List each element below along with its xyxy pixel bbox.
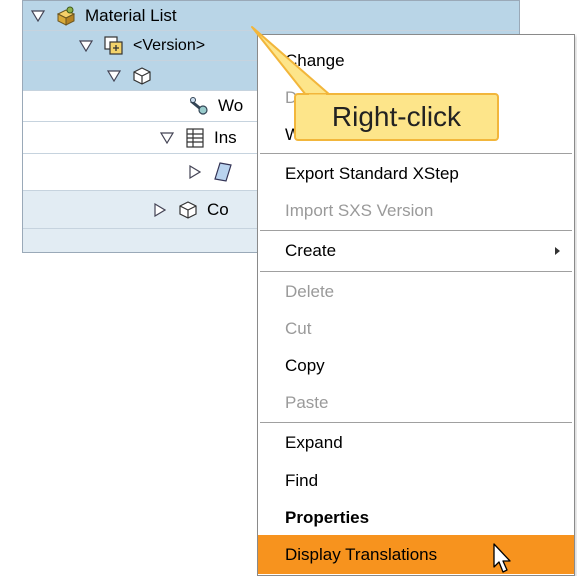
menu-item-label: Delete <box>285 281 335 301</box>
menu-item-import-sxs-version: Import SXS Version <box>258 192 574 229</box>
menu-item-export-standard-xstep[interactable]: Export Standard XStep <box>258 155 574 192</box>
menu-item-label: Find <box>285 470 319 490</box>
collapse-triangle-icon[interactable] <box>79 39 93 53</box>
work-center-icon <box>188 95 210 117</box>
mouse-pointer-icon <box>493 543 511 573</box>
menu-item-find[interactable]: Find <box>258 462 574 499</box>
menu-separator <box>260 271 572 272</box>
menu-item-change[interactable]: Change <box>258 42 574 79</box>
tree-row-label: Wo <box>218 96 244 115</box>
menu-item-label: Create <box>285 240 337 260</box>
menu-item-label: Copy <box>285 355 325 375</box>
menu-item-display-translations[interactable]: Display Translations <box>258 535 574 574</box>
tree-row-label: Material List <box>85 5 177 25</box>
menu-item-label: Paste <box>285 392 329 412</box>
version-icon <box>103 35 125 57</box>
material-list-icon <box>55 5 77 27</box>
menu-item-label: Change <box>285 50 345 70</box>
menu-item-properties[interactable]: Properties <box>258 499 574 536</box>
tree-row-material-list[interactable]: Material List <box>23 1 519 31</box>
tree-row-label: Ins <box>214 127 237 147</box>
menu-item-expand[interactable]: Expand <box>258 424 574 461</box>
menu-item-paste: Paste <box>258 384 574 421</box>
callout-text: Right-click <box>331 101 462 132</box>
menu-item-label: Expand <box>285 432 343 452</box>
tree-row-label: <Version> <box>133 36 206 54</box>
menu-item-label: Properties <box>285 507 370 527</box>
menu-item-cut: Cut <box>258 310 574 347</box>
menu-separator <box>260 153 572 154</box>
menu-item-delete: Delete <box>258 273 574 310</box>
menu-item-create[interactable]: Create <box>258 232 574 269</box>
cube-outline-icon <box>131 65 153 87</box>
collapse-triangle-icon[interactable] <box>31 9 45 23</box>
menu-item-label: Export Standard XStep <box>285 163 459 183</box>
collapse-triangle-icon[interactable] <box>107 69 121 83</box>
tree-row-label: Co <box>207 199 229 219</box>
table-icon <box>184 127 206 149</box>
collapse-triangle-icon[interactable] <box>160 131 174 145</box>
menu-item-label: Display Translations <box>285 544 438 564</box>
component-icon <box>177 199 199 221</box>
menu-item-copy[interactable]: Copy <box>258 347 574 384</box>
menu-item-label: Import SXS Version <box>285 200 434 220</box>
expand-triangle-icon[interactable] <box>153 202 167 217</box>
submenu-arrow-icon <box>555 247 560 255</box>
expand-triangle-icon[interactable] <box>188 165 202 179</box>
menu-item-label: Cut <box>285 318 312 338</box>
menu-separator <box>260 422 572 423</box>
sheet-icon <box>212 161 234 183</box>
right-click-callout: Right-click <box>294 93 499 141</box>
menu-separator <box>260 230 572 231</box>
